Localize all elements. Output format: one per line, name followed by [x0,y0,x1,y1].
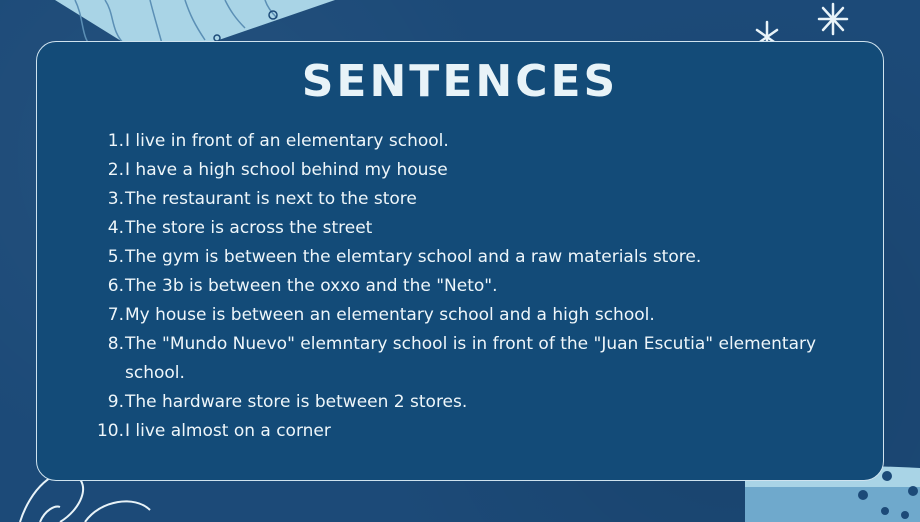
sentence-list: 1. I live in front of an elementary schoo… [96,127,856,446]
item-text: I have a high school behind my house [125,160,448,180]
item-text: The store is across the street [125,218,373,238]
list-item: 10. I live almost on a corner [96,417,856,446]
item-text: The 3b is between the oxxo and the "Neto… [125,276,498,296]
item-text: I live almost on a corner [125,421,331,441]
item-number: 5. [107,247,124,267]
list-item: 7. My house is between an elementary sch… [96,301,856,330]
item-text: The gym is between the elemtary school a… [125,247,702,267]
item-text: I live in front of an elementary school. [125,131,449,151]
item-text: The restaurant is next to the store [125,189,417,209]
item-number: 6. [107,276,124,296]
item-number: 2. [107,160,124,180]
item-number: 8. [107,334,124,354]
item-number: 9. [107,392,124,412]
item-number: 1. [107,131,124,151]
item-text: The "Mundo Nuevo" elemntary school is in… [125,334,817,383]
list-item: 6. The 3b is between the oxxo and the "Ne… [96,272,856,301]
list-item: 8. The "Mundo Nuevo" elemntary school is … [96,330,856,388]
item-number: 10. [96,421,124,441]
item-text: My house is between an elementary school… [125,305,655,325]
item-text: The hardware store is between 2 stores. [125,392,468,412]
list-item: 1. I live in front of an elementary schoo… [96,127,856,156]
list-item: 4. The store is across the street [96,214,856,243]
list-item: 5. The gym is between the elemtary school… [96,243,856,272]
list-item: 9. The hardware store is between 2 stores… [96,388,856,417]
list-item: 3. The restaurant is next to the store [96,185,856,214]
page-title: SENTENCES [301,56,619,107]
list-item: 2. I have a high school behind my house [96,156,856,185]
item-number: 3. [107,189,124,209]
item-number: 4. [107,218,124,238]
item-number: 7. [107,305,124,325]
